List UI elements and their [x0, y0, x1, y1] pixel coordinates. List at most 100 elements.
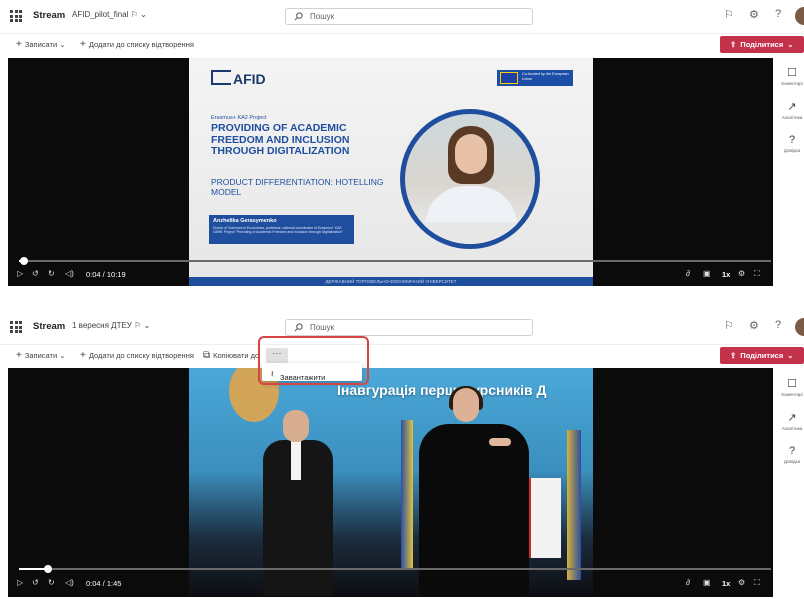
- search-input[interactable]: Пошук: [285, 8, 533, 25]
- shared-icon: ⚐: [134, 321, 142, 330]
- rewind-icon[interactable]: ↺: [32, 578, 39, 587]
- rail-analytics[interactable]: ↗ Аналітика: [780, 100, 804, 120]
- eu-flag-icon: [500, 72, 518, 84]
- share-button[interactable]: ⇪ Поділитися ⌄: [720, 36, 804, 53]
- right-rail: ☐ Коментарі ↗ Аналітика ? Довідка: [780, 58, 804, 188]
- search-input[interactable]: Пошук: [285, 319, 533, 336]
- comment-icon: ☐: [787, 67, 797, 79]
- share-button[interactable]: ⇪ Поділитися ⌄: [720, 347, 804, 364]
- project-label: Erasmus+ KA2 Project: [211, 115, 267, 121]
- stream-window-top: Stream AFID_pilot_final ⚐ ⌄ Пошук ⚐ ⚙ ? …: [0, 0, 804, 296]
- top-bar: Stream 1 вересня ДТЕУ ⚐ ⌄ Пошук ⚐ ⚙ ?: [0, 311, 804, 344]
- analytics-icon: ↗: [787, 101, 797, 113]
- help-circle-icon: ?: [788, 445, 796, 457]
- settings-icon[interactable]: ⚙: [738, 578, 745, 587]
- copy-icon: ⧉: [203, 350, 211, 361]
- slide-subtitle: PRODUCT DIFFERENTIATION: HOTELLING MODEL: [211, 177, 384, 197]
- search-icon: [294, 12, 303, 21]
- seek-knob[interactable]: [19, 257, 28, 265]
- chevron-down-icon: ⌄: [143, 321, 151, 330]
- command-bar: + Записати ⌄ + Додати до списку відтворенн…: [0, 33, 804, 55]
- transcript-icon[interactable]: ∂: [686, 578, 690, 587]
- time-readout: 0:04 / 10:19: [86, 270, 126, 279]
- feedback-icon[interactable]: ⚐: [724, 319, 734, 332]
- comment-icon: ☐: [787, 378, 797, 390]
- forward-icon[interactable]: ↻: [48, 578, 55, 587]
- video-frame-stage: Інавгурація першокурсників Д: [189, 368, 593, 596]
- copy-to-button[interactable]: ⧉ Копіювати до: [203, 350, 259, 361]
- seek-bar[interactable]: [19, 565, 771, 573]
- video-player[interactable]: AFID Co-funded by the European Union Era…: [8, 58, 773, 286]
- presenter-name: Anzhelika Gerasymenko: [213, 218, 277, 224]
- chevron-down-icon: ⌄: [787, 40, 794, 49]
- top-bar: Stream AFID_pilot_final ⚐ ⌄ Пошук ⚐ ⚙ ?: [0, 0, 804, 33]
- rewind-icon[interactable]: ↺: [32, 269, 39, 278]
- app-launcher-icon[interactable]: [10, 321, 22, 333]
- captions-icon[interactable]: ▣: [703, 578, 711, 587]
- volume-icon[interactable]: ◁): [65, 269, 74, 278]
- play-icon[interactable]: ▷: [17, 269, 23, 278]
- rail-help[interactable]: ? Довідка: [780, 445, 804, 464]
- host-woman: [419, 386, 529, 596]
- file-name[interactable]: 1 вересня ДТЕУ ⚐ ⌄: [72, 321, 150, 330]
- forward-icon[interactable]: ↻: [48, 269, 55, 278]
- seek-bar[interactable]: [19, 257, 771, 265]
- rail-help[interactable]: ? Довідка: [780, 134, 804, 153]
- share-icon: ⇪: [730, 351, 737, 360]
- share-icon: ⇪: [730, 40, 737, 49]
- record-button[interactable]: + Записати ⌄: [16, 39, 66, 50]
- seek-knob[interactable]: [43, 565, 52, 573]
- fullscreen-icon[interactable]: ⛶: [754, 578, 760, 588]
- video-frame-slide: AFID Co-funded by the European Union Era…: [189, 58, 593, 286]
- gear-icon[interactable]: ⚙: [749, 319, 759, 332]
- slide-title: PROVIDING OF ACADEMIC FREEDOM AND INCLUS…: [211, 122, 350, 157]
- add-to-playlist-button[interactable]: + Додати до списку відтворення: [80, 350, 194, 361]
- playback-speed[interactable]: 1x: [722, 270, 730, 279]
- chevron-down-icon: ⌄: [59, 40, 66, 49]
- avatar[interactable]: [795, 7, 804, 25]
- feedback-icon[interactable]: ⚐: [724, 8, 734, 21]
- plus-icon: +: [80, 350, 86, 361]
- stage-flag: [567, 430, 581, 580]
- avatar[interactable]: [795, 318, 804, 336]
- app-name[interactable]: Stream: [33, 10, 65, 21]
- gear-icon[interactable]: ⚙: [749, 8, 759, 21]
- volume-icon[interactable]: ◁): [65, 578, 74, 587]
- play-icon[interactable]: ▷: [17, 578, 23, 587]
- command-bar: + Записати ⌄ + Додати до списку відтворенн…: [0, 344, 804, 366]
- search-placeholder: Пошук: [310, 323, 335, 332]
- transcript-icon[interactable]: ∂: [686, 269, 690, 278]
- stage-flag: [401, 420, 413, 570]
- analytics-icon: ↗: [787, 412, 797, 424]
- fullscreen-icon[interactable]: ⛶: [754, 269, 760, 279]
- shared-icon: ⚐: [130, 10, 138, 19]
- rail-analytics[interactable]: ↗ Аналітика: [780, 411, 804, 431]
- add-to-playlist-button[interactable]: + Додати до списку відтворення: [80, 39, 194, 50]
- video-player[interactable]: Інавгурація першокурсників Д ▷ ↺ ↻ ◁) 0:…: [8, 368, 773, 597]
- plus-icon: +: [80, 39, 86, 50]
- rail-comments[interactable]: ☐ Коментарі: [780, 66, 804, 86]
- right-rail: ☐ Коментарі ↗ Аналітика ? Довідка: [780, 369, 804, 499]
- playback-speed[interactable]: 1x: [722, 579, 730, 588]
- chevron-down-icon: ⌄: [140, 10, 147, 19]
- search-placeholder: Пошук: [310, 12, 335, 21]
- help-icon[interactable]: ?: [775, 8, 781, 20]
- annotation-highlight: [258, 336, 369, 385]
- plus-icon: +: [16, 39, 22, 50]
- afid-logo: AFID: [211, 70, 266, 87]
- record-button[interactable]: + Записати ⌄: [16, 350, 66, 361]
- settings-icon[interactable]: ⚙: [738, 269, 745, 278]
- stream-window-bottom: Stream 1 вересня ДТЕУ ⚐ ⌄ Пошук ⚐ ⚙ ? + З…: [0, 311, 804, 599]
- file-name[interactable]: AFID_pilot_final ⚐ ⌄: [72, 10, 147, 19]
- captions-icon[interactable]: ▣: [703, 269, 711, 278]
- time-readout: 0:04 / 1:45: [86, 579, 122, 588]
- chevron-down-icon: ⌄: [787, 351, 794, 360]
- help-icon[interactable]: ?: [775, 319, 781, 331]
- app-name[interactable]: Stream: [33, 321, 65, 332]
- stage-rollup-banner: [525, 478, 561, 558]
- app-launcher-icon[interactable]: [10, 10, 22, 22]
- search-icon: [294, 323, 303, 332]
- plus-icon: +: [16, 350, 22, 361]
- presenter-box: Anzhelika Gerasymenko Doctor of Sciences…: [209, 215, 354, 244]
- rail-comments[interactable]: ☐ Коментарі: [780, 377, 804, 397]
